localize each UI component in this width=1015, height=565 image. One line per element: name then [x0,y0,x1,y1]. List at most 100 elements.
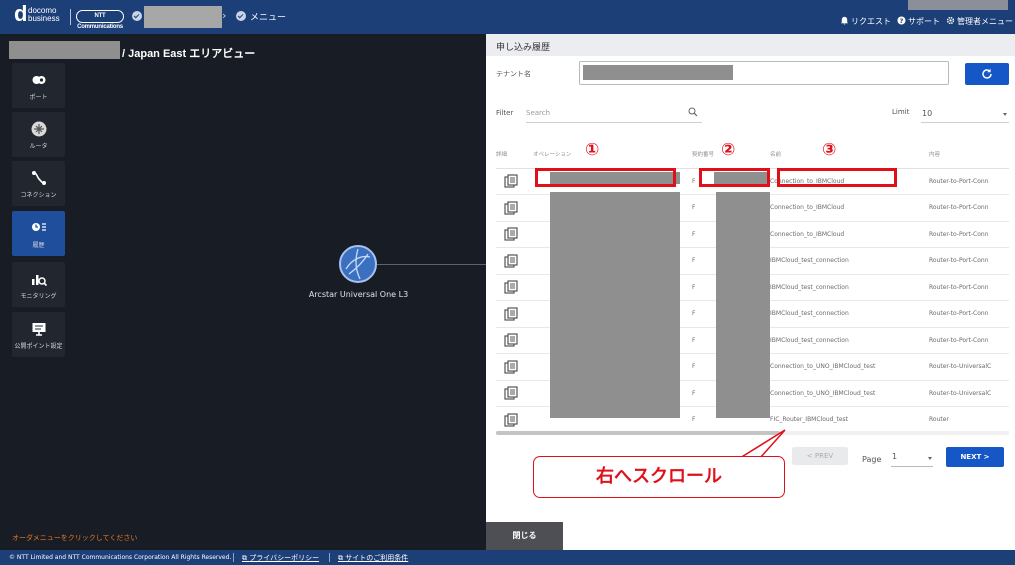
sidebar-item-monitoring[interactable]: モニタリング [12,262,65,307]
connection-icon [32,171,46,185]
sidebar-item-router[interactable]: ルータ [12,112,65,157]
detail-cell[interactable] [496,168,533,195]
document-detail-icon[interactable] [504,386,518,400]
request-label: リクエスト [851,17,891,26]
logo-text: docomo business [28,6,60,23]
arcstar-node-label: Arcstar Universal One L3 [308,290,409,299]
detail-cell[interactable] [496,380,533,407]
prev-button[interactable]: < PREV [792,447,848,465]
admin-menu-link[interactable]: 管理者メニュー [946,16,1013,27]
footer-divider [329,553,330,562]
panel-header: 申し込み履歴 [486,34,1015,56]
content-cell: Router-to-Port-Conn [929,327,1009,354]
content-cell: Router-to-Port-Conn [929,221,1009,248]
document-detail-icon[interactable] [504,280,518,294]
page-label: Page [862,455,882,464]
content-cell: Router [929,406,1009,430]
breadcrumb-tenant-masked[interactable] [144,6,222,28]
document-detail-icon[interactable] [504,360,518,374]
footer-copyright: © NTT Limited and NTT Communications Cor… [9,554,232,561]
terms-of-use-label: サイトのご利用条件 [345,554,409,562]
detail-cell[interactable] [496,221,533,248]
document-detail-icon[interactable] [504,307,518,321]
annotation-box-operation [535,168,676,187]
docomo-business-logo[interactable]: d docomo business [14,1,69,31]
breadcrumb-chevron-icon: › [222,9,227,22]
annotation-marker-2: ② [721,140,736,160]
name-cell: FIC_Router_IBMCloud_test [770,406,929,430]
sidebar-item-history[interactable]: 履歴 [12,211,65,256]
page-select[interactable]: 1 [891,449,933,467]
footer: © NTT Limited and NTT Communications Cor… [0,550,1015,565]
search-icon[interactable] [688,107,698,117]
close-button[interactable]: 閉じる [486,522,563,550]
next-button[interactable]: NEXT > [946,447,1004,467]
privacy-policy-link[interactable]: ⧉ プライバシーポリシー [242,553,319,563]
ntt-logo: NTT Communications [76,10,124,30]
refresh-icon [982,68,992,79]
request-link[interactable]: リクエスト [840,16,891,27]
detail-cell[interactable] [496,274,533,301]
refresh-button[interactable] [965,63,1009,85]
content-cell: Router-to-Port-Conn [929,194,1009,222]
detail-cell[interactable] [496,406,533,430]
annotation-marker-3: ③ [822,140,837,160]
annotation-marker-1: ① [585,140,600,160]
page-value: 1 [892,452,898,461]
document-detail-icon[interactable] [504,201,518,215]
monitor-icon [32,323,46,336]
content-cell: Router-to-Port-Conn [929,274,1009,301]
document-detail-icon[interactable] [504,333,518,347]
contract-masked [716,192,770,418]
limit-value: 10 [922,109,933,118]
svg-text:?: ? [900,18,904,25]
name-cell: Connection_to_UNO_IBMCloud_test [770,353,929,381]
area-view-title: / Japan East エリアビュー [122,48,256,60]
document-detail-icon[interactable] [504,413,518,427]
annotation-box-name [777,168,897,187]
name-cell: IBMCloud_test_connection [770,300,929,328]
limit-select[interactable]: 10 [921,104,1009,123]
port-icon [32,76,46,84]
account-masked[interactable] [908,0,1008,10]
breadcrumb-menu[interactable]: メニュー [250,10,286,23]
name-cell: Connection_to_IBMCloud [770,194,929,222]
sidebar-item-port[interactable]: ポート [12,63,65,108]
sidebar-item-label: ポート [29,94,48,101]
monitoring-icon [32,275,47,287]
detail-cell[interactable] [496,353,533,381]
table-header-row: 詳細 オペレーション 契約番号 名前 内容 [496,140,1009,169]
document-detail-icon[interactable] [504,174,518,188]
terms-of-use-link[interactable]: ⧉ サイトのご利用条件 [338,553,408,563]
name-cell: IBMCloud_test_connection [770,274,929,301]
tenant-field[interactable] [579,61,949,85]
sidebar-item-label: ルータ [29,143,48,150]
search-input[interactable] [526,104,702,123]
detail-cell[interactable] [496,327,533,354]
detail-cell[interactable] [496,247,533,275]
arcstar-node-icon[interactable] [339,245,377,283]
detail-cell[interactable] [496,194,533,222]
content-cell: Router-to-Port-Conn [929,168,1009,195]
breadcrumb-check-icon [236,11,246,21]
limit-label: Limit [892,108,910,116]
document-detail-icon[interactable] [504,254,518,268]
chevron-down-icon [1003,113,1007,116]
help-icon: ? [897,16,906,25]
bell-icon [840,16,849,25]
sidebar-item-connection[interactable]: コネクション [12,161,65,206]
logo-letter: d [14,1,28,26]
name-cell: IBMCloud_test_connection [770,247,929,275]
column-header-operation[interactable]: オペレーション [533,140,692,169]
sidebar-item-public-point[interactable]: 公開ポイント設定 [12,312,65,357]
content-cell: Router-to-Port-Conn [929,300,1009,328]
detail-cell[interactable] [496,300,533,328]
column-header-content[interactable]: 内容 [929,140,1009,169]
name-cell: Connection_to_IBMCloud [770,221,929,248]
scroll-right-callout: 右へスクロール [533,456,785,498]
column-header-name[interactable]: 名前 [770,140,929,169]
name-cell: Connection_to_UNO_IBMCloud_test [770,380,929,407]
support-link[interactable]: ? サポート [897,16,940,27]
document-detail-icon[interactable] [504,227,518,241]
operation-masked [550,192,680,418]
